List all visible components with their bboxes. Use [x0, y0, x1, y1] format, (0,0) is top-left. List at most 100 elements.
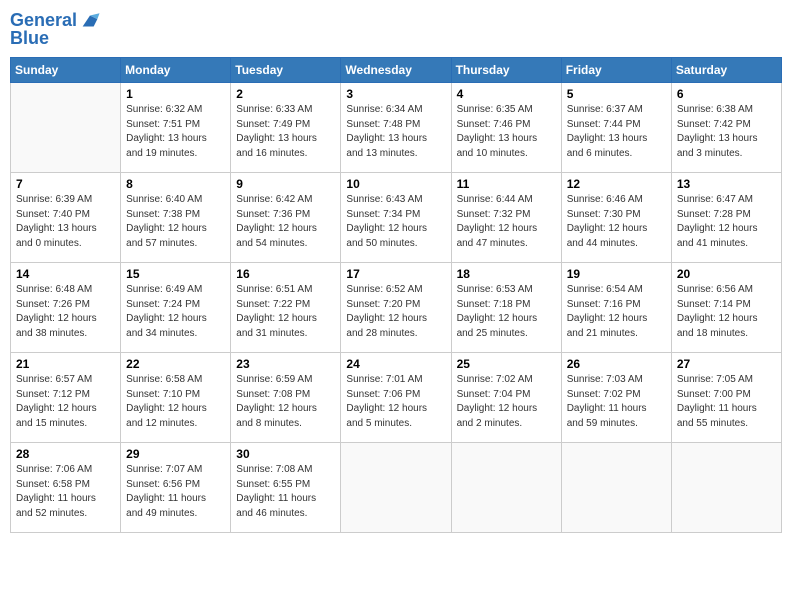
day-of-week-header: Saturday [671, 58, 781, 83]
day-detail: Sunrise: 6:42 AM Sunset: 7:36 PM Dayligh… [236, 193, 335, 251]
day-number: 15 [126, 267, 225, 281]
calendar-day-cell: 9 Sunrise: 6:42 AM Sunset: 7:36 PM Dayli… [231, 173, 341, 263]
calendar-day-cell: 14 Sunrise: 6:48 AM Sunset: 7:26 PM Dayl… [11, 263, 121, 353]
day-of-week-header: Friday [561, 58, 671, 83]
calendar-week-row: 21 Sunrise: 6:57 AM Sunset: 7:12 PM Dayl… [11, 353, 782, 443]
day-detail: Sunrise: 6:56 AM Sunset: 7:14 PM Dayligh… [677, 283, 776, 341]
day-number: 11 [457, 177, 556, 191]
calendar-day-cell: 7 Sunrise: 6:39 AM Sunset: 7:40 PM Dayli… [11, 173, 121, 263]
day-of-week-header: Monday [121, 58, 231, 83]
day-number: 9 [236, 177, 335, 191]
calendar-day-cell [561, 443, 671, 533]
calendar-day-cell: 13 Sunrise: 6:47 AM Sunset: 7:28 PM Dayl… [671, 173, 781, 263]
day-number: 23 [236, 357, 335, 371]
day-detail: Sunrise: 6:46 AM Sunset: 7:30 PM Dayligh… [567, 193, 666, 251]
day-detail: Sunrise: 7:01 AM Sunset: 7:06 PM Dayligh… [346, 373, 445, 431]
day-detail: Sunrise: 7:02 AM Sunset: 7:04 PM Dayligh… [457, 373, 556, 431]
day-number: 28 [16, 447, 115, 461]
day-number: 14 [16, 267, 115, 281]
calendar-day-cell: 27 Sunrise: 7:05 AM Sunset: 7:00 PM Dayl… [671, 353, 781, 443]
day-detail: Sunrise: 6:47 AM Sunset: 7:28 PM Dayligh… [677, 193, 776, 251]
day-of-week-header: Tuesday [231, 58, 341, 83]
day-detail: Sunrise: 6:35 AM Sunset: 7:46 PM Dayligh… [457, 103, 556, 161]
calendar-day-cell: 24 Sunrise: 7:01 AM Sunset: 7:06 PM Dayl… [341, 353, 451, 443]
page-header: General Blue [10, 10, 782, 49]
day-detail: Sunrise: 6:54 AM Sunset: 7:16 PM Dayligh… [567, 283, 666, 341]
calendar-day-cell: 25 Sunrise: 7:02 AM Sunset: 7:04 PM Dayl… [451, 353, 561, 443]
calendar-day-cell: 11 Sunrise: 6:44 AM Sunset: 7:32 PM Dayl… [451, 173, 561, 263]
calendar-day-cell: 23 Sunrise: 6:59 AM Sunset: 7:08 PM Dayl… [231, 353, 341, 443]
day-detail: Sunrise: 6:33 AM Sunset: 7:49 PM Dayligh… [236, 103, 335, 161]
day-detail: Sunrise: 6:53 AM Sunset: 7:18 PM Dayligh… [457, 283, 556, 341]
calendar-table: SundayMondayTuesdayWednesdayThursdayFrid… [10, 57, 782, 533]
calendar-day-cell: 28 Sunrise: 7:06 AM Sunset: 6:58 PM Dayl… [11, 443, 121, 533]
day-detail: Sunrise: 6:58 AM Sunset: 7:10 PM Dayligh… [126, 373, 225, 431]
calendar-week-row: 7 Sunrise: 6:39 AM Sunset: 7:40 PM Dayli… [11, 173, 782, 263]
day-detail: Sunrise: 6:57 AM Sunset: 7:12 PM Dayligh… [16, 373, 115, 431]
day-number: 5 [567, 87, 666, 101]
day-detail: Sunrise: 6:37 AM Sunset: 7:44 PM Dayligh… [567, 103, 666, 161]
calendar-day-cell: 29 Sunrise: 7:07 AM Sunset: 6:56 PM Dayl… [121, 443, 231, 533]
day-number: 20 [677, 267, 776, 281]
calendar-day-cell [341, 443, 451, 533]
day-number: 30 [236, 447, 335, 461]
day-detail: Sunrise: 6:52 AM Sunset: 7:20 PM Dayligh… [346, 283, 445, 341]
day-number: 2 [236, 87, 335, 101]
calendar-day-cell [671, 443, 781, 533]
day-detail: Sunrise: 6:39 AM Sunset: 7:40 PM Dayligh… [16, 193, 115, 251]
day-detail: Sunrise: 7:06 AM Sunset: 6:58 PM Dayligh… [16, 463, 115, 521]
calendar-day-cell: 22 Sunrise: 6:58 AM Sunset: 7:10 PM Dayl… [121, 353, 231, 443]
day-detail: Sunrise: 7:08 AM Sunset: 6:55 PM Dayligh… [236, 463, 335, 521]
day-detail: Sunrise: 6:38 AM Sunset: 7:42 PM Dayligh… [677, 103, 776, 161]
calendar-day-cell [11, 83, 121, 173]
calendar-day-cell [451, 443, 561, 533]
day-detail: Sunrise: 6:40 AM Sunset: 7:38 PM Dayligh… [126, 193, 225, 251]
day-detail: Sunrise: 6:48 AM Sunset: 7:26 PM Dayligh… [16, 283, 115, 341]
calendar-day-cell: 19 Sunrise: 6:54 AM Sunset: 7:16 PM Dayl… [561, 263, 671, 353]
day-number: 16 [236, 267, 335, 281]
day-detail: Sunrise: 6:59 AM Sunset: 7:08 PM Dayligh… [236, 373, 335, 431]
calendar-day-cell: 6 Sunrise: 6:38 AM Sunset: 7:42 PM Dayli… [671, 83, 781, 173]
calendar-day-cell: 18 Sunrise: 6:53 AM Sunset: 7:18 PM Dayl… [451, 263, 561, 353]
calendar-week-row: 1 Sunrise: 6:32 AM Sunset: 7:51 PM Dayli… [11, 83, 782, 173]
day-number: 19 [567, 267, 666, 281]
calendar-day-cell: 12 Sunrise: 6:46 AM Sunset: 7:30 PM Dayl… [561, 173, 671, 263]
day-number: 3 [346, 87, 445, 101]
day-number: 7 [16, 177, 115, 191]
day-number: 26 [567, 357, 666, 371]
calendar-day-cell: 16 Sunrise: 6:51 AM Sunset: 7:22 PM Dayl… [231, 263, 341, 353]
calendar-day-cell: 10 Sunrise: 6:43 AM Sunset: 7:34 PM Dayl… [341, 173, 451, 263]
calendar-header-row: SundayMondayTuesdayWednesdayThursdayFrid… [11, 58, 782, 83]
day-of-week-header: Sunday [11, 58, 121, 83]
calendar-week-row: 28 Sunrise: 7:06 AM Sunset: 6:58 PM Dayl… [11, 443, 782, 533]
day-number: 10 [346, 177, 445, 191]
day-number: 18 [457, 267, 556, 281]
day-detail: Sunrise: 7:07 AM Sunset: 6:56 PM Dayligh… [126, 463, 225, 521]
day-number: 22 [126, 357, 225, 371]
day-detail: Sunrise: 6:43 AM Sunset: 7:34 PM Dayligh… [346, 193, 445, 251]
day-number: 27 [677, 357, 776, 371]
day-detail: Sunrise: 6:34 AM Sunset: 7:48 PM Dayligh… [346, 103, 445, 161]
day-number: 8 [126, 177, 225, 191]
calendar-day-cell: 15 Sunrise: 6:49 AM Sunset: 7:24 PM Dayl… [121, 263, 231, 353]
day-number: 12 [567, 177, 666, 191]
calendar-day-cell: 21 Sunrise: 6:57 AM Sunset: 7:12 PM Dayl… [11, 353, 121, 443]
logo: General Blue [10, 10, 101, 49]
day-detail: Sunrise: 6:49 AM Sunset: 7:24 PM Dayligh… [126, 283, 225, 341]
day-detail: Sunrise: 7:03 AM Sunset: 7:02 PM Dayligh… [567, 373, 666, 431]
day-number: 4 [457, 87, 556, 101]
day-number: 17 [346, 267, 445, 281]
day-number: 6 [677, 87, 776, 101]
day-number: 29 [126, 447, 225, 461]
calendar-day-cell: 4 Sunrise: 6:35 AM Sunset: 7:46 PM Dayli… [451, 83, 561, 173]
calendar-day-cell: 3 Sunrise: 6:34 AM Sunset: 7:48 PM Dayli… [341, 83, 451, 173]
day-number: 25 [457, 357, 556, 371]
day-detail: Sunrise: 7:05 AM Sunset: 7:00 PM Dayligh… [677, 373, 776, 431]
calendar-day-cell: 2 Sunrise: 6:33 AM Sunset: 7:49 PM Dayli… [231, 83, 341, 173]
day-number: 13 [677, 177, 776, 191]
calendar-day-cell: 5 Sunrise: 6:37 AM Sunset: 7:44 PM Dayli… [561, 83, 671, 173]
day-number: 24 [346, 357, 445, 371]
calendar-day-cell: 8 Sunrise: 6:40 AM Sunset: 7:38 PM Dayli… [121, 173, 231, 263]
day-detail: Sunrise: 6:44 AM Sunset: 7:32 PM Dayligh… [457, 193, 556, 251]
calendar-week-row: 14 Sunrise: 6:48 AM Sunset: 7:26 PM Dayl… [11, 263, 782, 353]
